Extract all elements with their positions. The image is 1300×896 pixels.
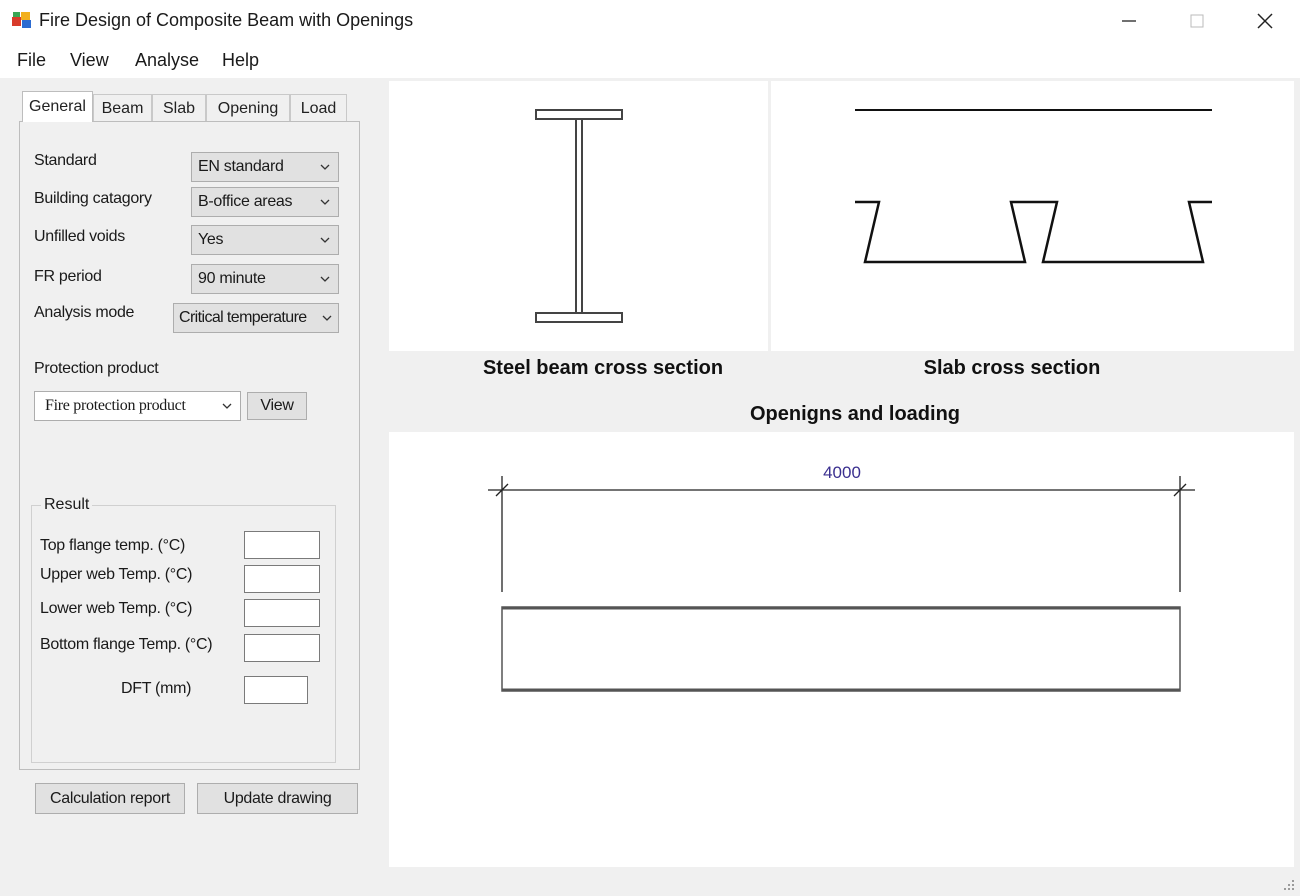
slab-caption: Slab cross section (923, 357, 1101, 379)
chevron-down-icon (320, 199, 330, 205)
upper-web-temp-label: Upper web Temp. (°C) (40, 566, 193, 583)
chevron-down-icon (322, 315, 332, 321)
dft-label: DFT (mm) (121, 680, 192, 697)
standard-label: Standard (34, 152, 97, 169)
unfilled-voids-value: Yes (198, 231, 224, 248)
beam-elevation-drawing (488, 476, 1195, 692)
unfilled-voids-label: Unfilled voids (34, 228, 125, 245)
i-beam-drawing (535, 109, 623, 323)
close-button[interactable] (1231, 0, 1299, 42)
minimize-icon (1122, 20, 1136, 22)
title-bar: Fire Design of Composite Beam with Openi… (0, 0, 1300, 42)
unfilled-voids-select[interactable]: Yes (191, 225, 339, 255)
slab-canvas (771, 81, 1294, 351)
menu-view[interactable]: View (70, 50, 109, 71)
fr-period-select[interactable]: 90 minute (191, 264, 339, 294)
standard-value: EN standard (198, 158, 284, 175)
calculation-report-button[interactable]: Calculation report (35, 783, 185, 814)
openings-loading-caption: Openigns and loading (750, 403, 960, 425)
maximize-icon (1190, 14, 1204, 28)
protection-product-value: Fire protection product (45, 397, 186, 414)
lower-web-temp-field[interactable] (244, 599, 320, 627)
bottom-flange-temp-label: Bottom flange Temp. (°C) (40, 636, 213, 653)
tab-beam[interactable]: Beam (93, 94, 152, 122)
bottom-flange-temp-field[interactable] (244, 634, 320, 662)
chevron-down-icon (320, 237, 330, 243)
protection-product-label: Protection product (34, 360, 159, 377)
update-drawing-button[interactable]: Update drawing (197, 783, 358, 814)
building-category-value: B-office areas (198, 193, 293, 210)
menu-file[interactable]: File (17, 50, 46, 71)
building-category-label: Building catagory (34, 190, 152, 207)
fr-period-value: 90 minute (198, 270, 266, 287)
minimize-button[interactable] (1095, 0, 1163, 42)
top-flange-temp-label: Top flange temp. (°C) (40, 537, 186, 554)
analysis-mode-value: Critical temperature (179, 309, 307, 326)
chevron-down-icon (222, 403, 232, 409)
tab-load[interactable]: Load (290, 94, 347, 122)
menu-analyse[interactable]: Analyse (135, 50, 199, 71)
upper-web-temp-field[interactable] (244, 565, 320, 593)
tab-opening[interactable]: Opening (206, 94, 290, 122)
protection-product-select[interactable]: Fire protection product (34, 391, 241, 421)
steel-beam-canvas (389, 81, 768, 351)
menu-help[interactable]: Help (222, 50, 259, 71)
maximize-button[interactable] (1163, 0, 1231, 42)
span-dimension-label: 4000 (823, 463, 861, 482)
app-icon (12, 12, 31, 28)
result-group-title: Result (41, 496, 93, 514)
fr-period-label: FR period (34, 268, 102, 285)
chevron-down-icon (320, 276, 330, 282)
standard-select[interactable]: EN standard (191, 152, 339, 182)
building-category-select[interactable]: B-office areas (191, 187, 339, 217)
chevron-down-icon (320, 164, 330, 170)
dft-field[interactable] (244, 676, 308, 704)
openings-loading-canvas: 4000 (389, 432, 1294, 867)
slab-profile-drawing (855, 109, 1212, 264)
tab-slab[interactable]: Slab (152, 94, 206, 122)
resize-grip-icon[interactable] (1282, 878, 1296, 892)
analysis-mode-select[interactable]: Critical temperature (173, 303, 339, 333)
lower-web-temp-label: Lower web Temp. (°C) (40, 600, 193, 617)
analysis-mode-label: Analysis mode (34, 304, 135, 321)
close-icon (1257, 13, 1273, 29)
view-product-button[interactable]: View (247, 392, 307, 420)
status-bar (0, 868, 1300, 896)
top-flange-temp-field[interactable] (244, 531, 320, 559)
steel-beam-caption: Steel beam cross section (482, 357, 724, 379)
tab-general[interactable]: General (22, 91, 93, 122)
window-title: Fire Design of Composite Beam with Openi… (39, 10, 414, 30)
menu-bar: File View Analyse Help (0, 42, 1300, 78)
